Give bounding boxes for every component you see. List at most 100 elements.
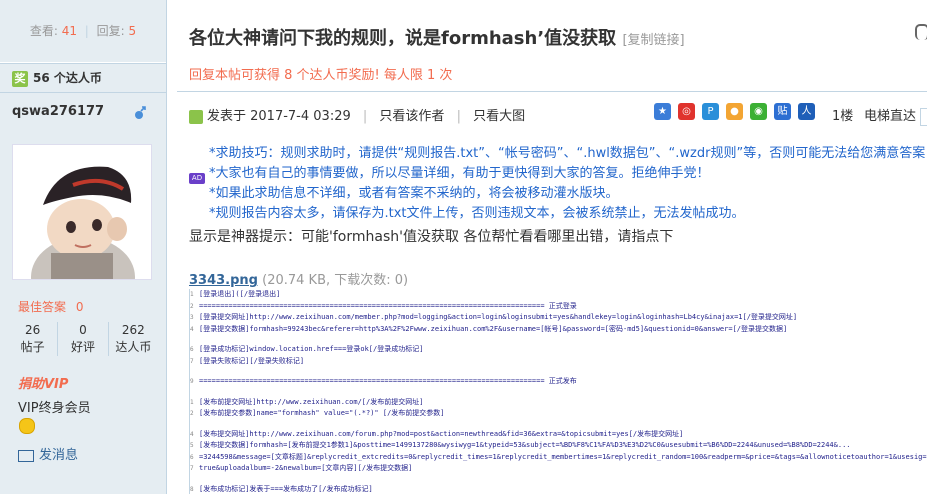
floor-number: 1楼 — [832, 109, 854, 124]
post-body: 显示是神器提示：可能'formhash'值没获取 各位帮忙看看哪里出错，请指点下 — [189, 229, 674, 245]
post-content: 各位大神请问下我的规则，说是formhash’值没获取 [复制链接] 回复本帖可… — [167, 0, 927, 494]
stat-label: 达人币 — [115, 340, 152, 354]
code-line: 7 [登录失败标记][/登录失败标记] — [190, 356, 927, 368]
large-image-link[interactable]: 只看大图 — [473, 109, 525, 124]
code-text: [发布前提交参数]name="formhash" value="(.*?)" [… — [199, 409, 445, 417]
line-number: 1 — [190, 291, 194, 298]
qq-icon[interactable]: ● — [726, 103, 743, 120]
envelope-icon — [18, 449, 34, 462]
weibo-icon[interactable]: ◎ — [678, 103, 695, 120]
code-line: 3 [登录提交网址]http://www.zeixihuan.com/member… — [190, 312, 927, 324]
ad-badge-icon: AD — [189, 173, 205, 184]
code-line: 1 [登录退出]([/登录退出] — [190, 289, 927, 301]
thread-stats: 查看: 41 | 回复: 5 — [0, 0, 166, 63]
code-line: 6 =3244598&message=[文章标题]&replycredit_ext… — [190, 452, 927, 464]
send-message-link[interactable]: 发消息 — [18, 444, 78, 463]
line-number: 4 — [190, 430, 194, 438]
line-number: 7 — [190, 465, 194, 472]
code-line: 7 true&uploadalbum=-2&newalbum=[文章内容][/发布… — [190, 463, 927, 475]
post-meta: 发表于 2017-7-4 03:29 | 只看该作者 | 只看大图 — [189, 105, 525, 124]
author-stats: 26 帖子 0 好评 262 达人币 — [8, 322, 158, 356]
vip-badge[interactable]: 捐助VIP — [18, 373, 68, 392]
line-number: 6 — [190, 453, 194, 461]
code-text: [发布提交网址]http://www.zeixihuan.com/forum.p… — [199, 429, 684, 438]
best-answer: 最佳答案 0 — [18, 298, 83, 315]
code-text: [登录提交网址]http://www.zeixihuan.com/member.… — [199, 313, 798, 321]
tip-line: *如果此求助信息不详细，或者有答案不采纳的，将会被移动灌水版块。 — [209, 186, 619, 201]
code-text: [登录提交数据]formhash=99243bec&referer=http%3… — [199, 324, 788, 333]
avatar-illustration — [13, 145, 151, 317]
stat-coins[interactable]: 262 达人币 — [107, 322, 158, 356]
smiley-medal-icon — [19, 418, 35, 434]
stat-value: 262 — [121, 323, 145, 337]
line-number: 1 — [190, 398, 194, 406]
reward-coins: 奖 56 个达人币 — [0, 63, 166, 93]
code-line: 4 [登录提交数据]formhash=99243bec&referer=http%… — [190, 324, 927, 336]
line-number: 9 — [190, 378, 194, 385]
attachment: 3343.png (20.74 KB, 下载次数: 0) — [189, 269, 408, 288]
best-answer-count: 0 — [75, 300, 84, 314]
qzone-icon[interactable]: ★ — [654, 103, 671, 120]
code-line: 9 =======================================… — [190, 376, 927, 388]
only-author-link[interactable]: 只看该作者 — [379, 109, 444, 124]
code-line: 1 [发布前提交网址]http://www.zeixihuan.com/[/发布前… — [190, 397, 927, 409]
stat-value: 26 — [25, 323, 41, 337]
stat-value: 0 — [79, 323, 87, 337]
attachment-image[interactable]: 1 [登录退出]([/登录退出] 2 ========================… — [189, 289, 927, 494]
line-number: 2 — [190, 302, 194, 310]
send-message-label: 发消息 — [39, 448, 79, 463]
copy-link-button[interactable]: [复制链接] — [622, 33, 684, 48]
author-username[interactable]: qswa276177 — [12, 104, 104, 119]
author-avatar[interactable] — [12, 144, 152, 317]
handle-icon[interactable] — [915, 24, 927, 40]
line-number: 6 — [190, 346, 194, 353]
meta-divider: | — [362, 109, 368, 124]
code-text: [登录失败标记][/登录失败标记] — [199, 356, 305, 365]
floor-jump-input[interactable] — [920, 107, 927, 126]
vip-level: VIP终身会员 — [18, 401, 91, 416]
attachment-filename[interactable]: 3343.png — [189, 273, 258, 288]
code-text: ========================================… — [199, 301, 577, 310]
line-number: 3 — [190, 314, 194, 321]
code-text: [发布成功标记]发表于===发布成功了[/发布成功标记] — [199, 484, 373, 493]
elevator-label: 电梯直达 — [864, 109, 917, 124]
tip-line: *求助技巧：规则求助时，请提供“规则报告.txt”、“帐号密码”、“.hwl数据… — [209, 146, 927, 161]
coins-text: 56 个达人币 — [33, 71, 102, 85]
code-text: =3244598&message=[文章标题]&replycredit_extc… — [199, 452, 927, 461]
views-label: 查看: — [29, 24, 58, 38]
tieba-icon[interactable]: 贴 — [774, 103, 791, 120]
attachment-info: (20.74 KB, 下载次数: 0) — [262, 273, 409, 288]
author-sidebar: 查看: 41 | 回复: 5 奖 56 个达人币 qswa276177 最佳答案 … — [0, 0, 167, 494]
tip-line: *大家也有自己的事情要做，所以尽量详细，有助于更快得到大家的答复。拒绝伸手党！ — [209, 166, 710, 181]
reward-icon: 奖 — [12, 70, 28, 87]
stat-label: 好评 — [70, 340, 95, 354]
line-number: 8 — [190, 485, 194, 493]
code-text: [发布提交数据]formhash=[发布前提交1参数1]&posttime=14… — [199, 441, 851, 449]
stat-likes[interactable]: 0 好评 — [57, 322, 107, 356]
floor-elevator: 电梯直达 — [864, 105, 927, 126]
best-answer-label: 最佳答案 — [18, 300, 67, 314]
line-number: 5 — [190, 442, 194, 449]
tencent-weibo-icon[interactable]: P — [702, 103, 719, 120]
stat-posts[interactable]: 26 帖子 — [8, 322, 57, 356]
line-number: 4 — [190, 325, 194, 333]
code-line: 2 =======================================… — [190, 301, 927, 313]
code-line: 2 [发布前提交参数]name="formhash" value="(.*?)" … — [190, 408, 927, 420]
code-text: true&uploadalbum=-2&newalbum=[文章内容][/发布提… — [199, 464, 413, 472]
stats-divider: | — [84, 24, 89, 38]
line-number: 2 — [190, 410, 194, 417]
code-text: [发布前提交网址]http://www.zeixihuan.com/[/发布前提… — [199, 397, 424, 406]
code-text: [登录成功标记]window.location.href===登录ok[/登录成… — [199, 345, 424, 353]
online-status-icon — [189, 109, 203, 124]
wechat-icon[interactable]: ◉ — [750, 103, 767, 120]
tip-line: *规则报告内容太多，请保存为.txt文件上传，否则违规文本，会被系统禁止，无法发… — [209, 206, 745, 221]
male-gender-icon — [135, 106, 146, 119]
code-line: 4 [发布提交网址]http://www.zeixihuan.com/forum.… — [190, 429, 927, 441]
reply-reward-notice: 回复本帖可获得 8 个达人币奖励! 每人限 1 次 — [189, 68, 453, 83]
renren-icon[interactable]: 人 — [798, 103, 815, 120]
meta-divider: | — [456, 109, 461, 124]
